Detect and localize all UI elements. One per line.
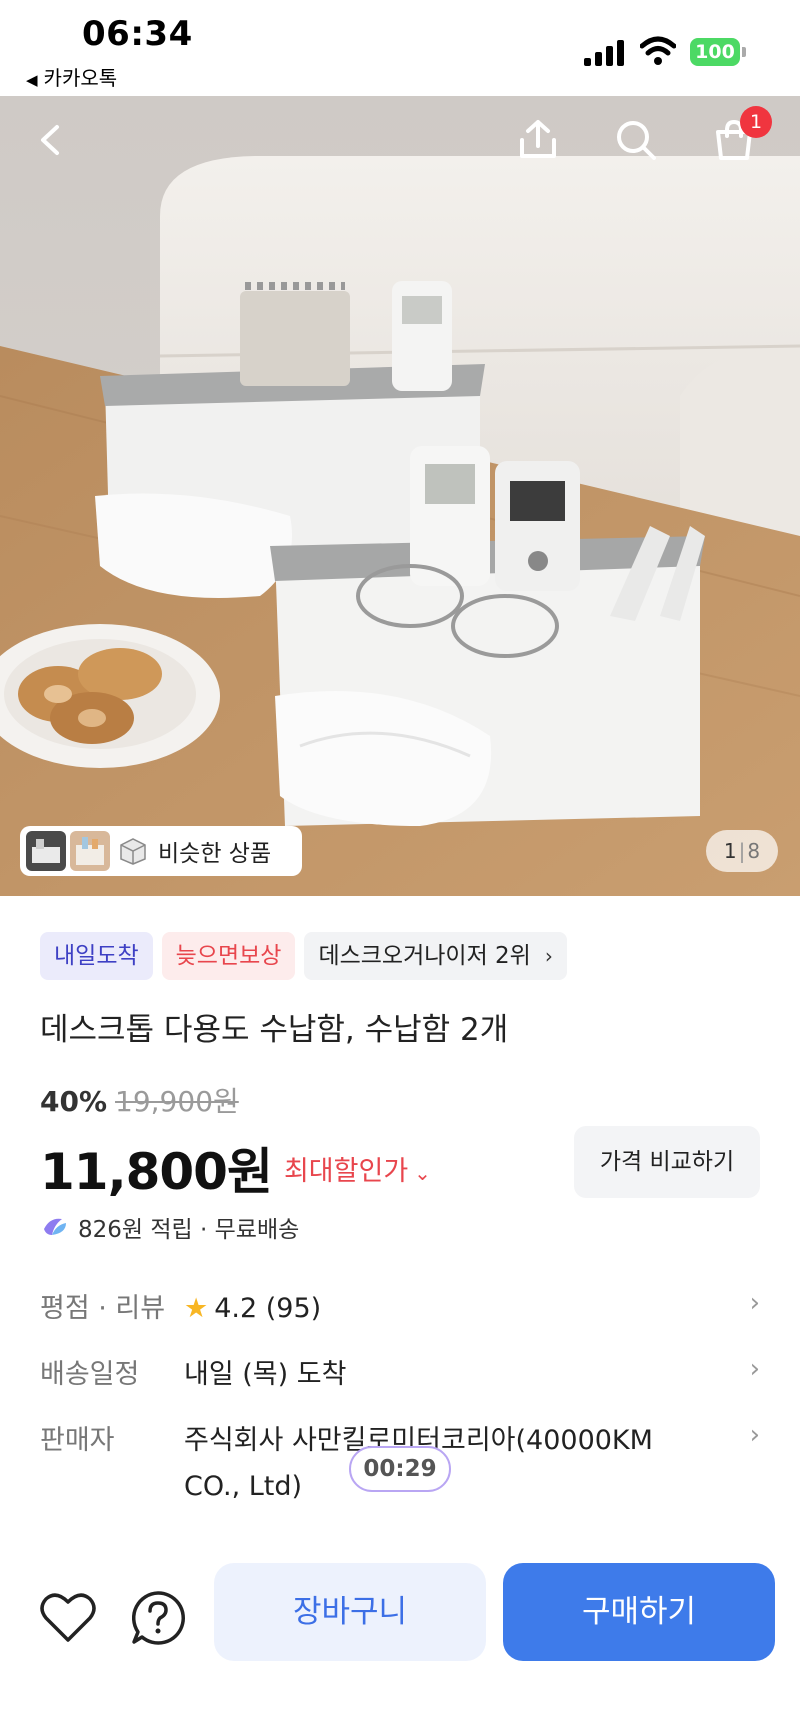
wifi-icon: [640, 36, 676, 65]
tag-tomorrow-arrival[interactable]: 내일도착: [40, 932, 153, 980]
tag-category-rank[interactable]: 데스크오거나이저 2위 ›: [304, 932, 567, 980]
tag-late-compensation[interactable]: 늦으면보상: [161, 932, 296, 980]
page-total: 8: [747, 839, 761, 863]
product-title: 데스크톱 다용도 수납함, 수납함 2개: [40, 1012, 509, 1048]
rating-value-group: ★ 4.2 (95): [184, 1286, 321, 1332]
category-rank-label: 데스크오거나이저 2위: [318, 943, 531, 969]
heart-icon: [40, 1593, 96, 1642]
question-icon: [132, 1591, 185, 1645]
search-button[interactable]: [608, 112, 664, 168]
product-photo: [0, 96, 800, 896]
signal-icon: [584, 38, 626, 66]
share-icon: [520, 120, 556, 158]
points-shipping-row: 826원 적립 · 무료배송: [40, 1210, 299, 1244]
battery-level: 100: [690, 38, 740, 66]
status-time: 06:34: [82, 14, 193, 54]
max-discount-toggle[interactable]: 최대할인가 ⌄: [284, 1149, 431, 1188]
chevron-down-icon: ⌄: [414, 1160, 431, 1185]
seller-name-line2: CO., Ltd): [184, 1471, 303, 1502]
battery-icon: 100: [690, 38, 746, 66]
product-tags: 내일도착 늦으면보상 데스크오거나이저 2위 ›: [40, 932, 567, 980]
delivery-value: 내일 (목) 도착: [184, 1359, 347, 1390]
back-button[interactable]: [24, 112, 80, 168]
page-current: 1: [723, 839, 737, 863]
discount-percent: 40%: [40, 1085, 108, 1118]
add-to-cart-button[interactable]: 장바구니: [214, 1563, 486, 1661]
back-app-label: 카카오톡: [43, 66, 118, 90]
rating-value: 4.2: [214, 1293, 258, 1324]
delivery-label: 배송일정: [40, 1359, 140, 1390]
similar-products-chip[interactable]: 비슷한 상품: [20, 826, 302, 876]
points-shipping-text: 826원 적립 · 무료배송: [78, 1217, 300, 1243]
chevron-right-icon: ›: [544, 944, 553, 968]
similar-thumb-2: [70, 831, 110, 871]
points-icon: [44, 1218, 66, 1235]
review-count: (95): [265, 1293, 322, 1324]
compare-price-button[interactable]: 가격 비교하기: [574, 1126, 760, 1198]
bottom-action-bar: 장바구니 구매하기: [0, 1560, 800, 1731]
cart-count-badge: 1: [740, 106, 772, 138]
chevron-right-icon: ›: [749, 1354, 760, 1384]
product-image-carousel[interactable]: 비슷한 상품 1 | 8: [0, 96, 800, 896]
delivery-row[interactable]: 배송일정 내일 (목) 도착 ›: [40, 1352, 760, 1398]
seller-label: 판매자: [40, 1425, 115, 1456]
status-bar: 06:34 ◀ 카카오톡 100: [0, 0, 800, 96]
help-button[interactable]: [128, 1588, 188, 1648]
wishlist-button[interactable]: [38, 1588, 98, 1648]
chevron-right-icon: ›: [749, 1420, 760, 1450]
sale-price: 11,800원: [40, 1143, 273, 1201]
discount-row: 40% 19,900원: [40, 1080, 239, 1120]
original-price: 19,900원: [115, 1085, 239, 1118]
max-discount-label: 최대할인가: [283, 1155, 409, 1187]
price-row: 11,800원 최대할인가 ⌄: [40, 1132, 431, 1204]
share-button[interactable]: [510, 112, 566, 168]
search-icon: [617, 121, 656, 160]
rating-label: 평점 · 리뷰: [40, 1293, 166, 1324]
star-icon: ★: [184, 1293, 209, 1324]
timer-pill: 00:29: [349, 1446, 451, 1492]
back-arrow-icon: [41, 125, 59, 155]
buy-now-button[interactable]: 구매하기: [503, 1563, 775, 1661]
similar-thumb-1: [26, 831, 66, 871]
back-to-app-link[interactable]: ◀ 카카오톡: [26, 62, 117, 91]
back-triangle-icon: ◀: [26, 71, 38, 89]
similar-products-label: 비슷한 상품: [158, 841, 272, 867]
box-icon: [120, 838, 146, 865]
chevron-right-icon: ›: [749, 1288, 760, 1318]
rating-review-row[interactable]: 평점 · 리뷰 ★ 4.2 (95) ›: [40, 1286, 760, 1332]
image-page-indicator: 1 | 8: [706, 830, 778, 872]
